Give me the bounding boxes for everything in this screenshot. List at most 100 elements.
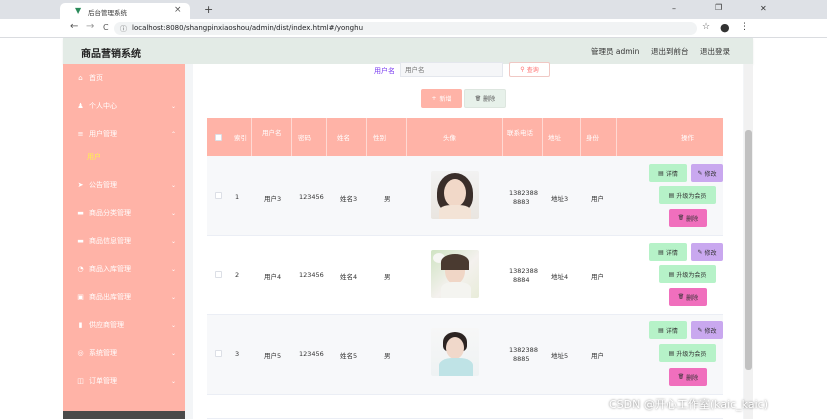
logout-link[interactable]: 退出登录 bbox=[700, 46, 730, 57]
card-icon: ▬ bbox=[77, 237, 84, 245]
sidebar-item-label: 商品分类管理 bbox=[89, 209, 131, 217]
delete-label: 删除 bbox=[686, 294, 699, 302]
sidebar: ⌂ 首页 ♟ 个人中心 ⌄ ≡ 用户管理 ⌃ 用户 ➤ 公告管理 ⌄ ▬ 商品分类管理 ⌄ ▬ 商品… bbox=[63, 64, 185, 419]
app-title: 商品营销系统 bbox=[81, 49, 141, 60]
upgrade-member-button[interactable]: ▤ 升级为会员 bbox=[659, 344, 716, 362]
cell-role: 用户 bbox=[591, 352, 604, 360]
sidebar-item-label: 商品入库管理 bbox=[89, 265, 131, 273]
row-delete-button[interactable]: 🗑 删除 bbox=[669, 368, 707, 386]
upgrade-member-button[interactable]: ▤ 升级为会员 bbox=[659, 265, 716, 283]
profile-icon[interactable]: ● bbox=[720, 21, 730, 34]
column-header-username[interactable]: 用户名 bbox=[252, 118, 292, 156]
bookmark-star-icon[interactable]: ☆ bbox=[702, 22, 710, 32]
sidebar-item-supplier[interactable]: ▮ 供应商管理 ⌄ bbox=[63, 311, 185, 339]
column-header-address[interactable]: 地址 bbox=[543, 118, 581, 156]
column-header-password[interactable]: 密码 bbox=[292, 118, 327, 156]
sidebar-item-product-info[interactable]: ▬ 商品信息管理 ⌄ bbox=[63, 227, 185, 255]
sidebar-item-system[interactable]: ◎ 系统管理 ⌄ bbox=[63, 339, 185, 367]
front-page-link[interactable]: 退出到前台 bbox=[651, 46, 689, 57]
trash-icon: 🗑 bbox=[474, 95, 482, 102]
reload-button[interactable]: C bbox=[103, 23, 109, 32]
forward-button[interactable]: → bbox=[86, 21, 94, 32]
new-tab-button[interactable]: + bbox=[204, 3, 213, 16]
cell-name: 姓名5 bbox=[340, 352, 358, 360]
maximize-button[interactable]: ❐ bbox=[715, 3, 722, 12]
menu-kebab-icon[interactable]: ⋮ bbox=[740, 22, 749, 32]
sidebar-item-stock-in[interactable]: ◔ 商品入库管理 ⌄ bbox=[63, 255, 185, 283]
column-label: 地址 bbox=[548, 134, 561, 142]
upgrade-member-button[interactable]: ▤ 升级为会员 bbox=[659, 186, 716, 204]
trash-icon: 🗑 bbox=[677, 294, 685, 300]
order-icon: ◫ bbox=[77, 377, 84, 385]
detail-button[interactable]: ▤ 详情 bbox=[649, 243, 687, 261]
url-field[interactable]: ⓘ localhost:8080/shangpinxiaoshou/admin/… bbox=[114, 22, 697, 35]
sidebar-item-label: 首页 bbox=[89, 74, 103, 82]
detail-icon: ▤ bbox=[658, 248, 664, 256]
chevron-down-icon: ⌄ bbox=[171, 181, 177, 189]
upgrade-label: 升级为会员 bbox=[676, 192, 707, 200]
detail-button[interactable]: ▤ 详情 bbox=[649, 321, 687, 339]
cell-phone-line2: 8885 bbox=[513, 355, 530, 363]
cell-phone-line2: 8883 bbox=[513, 198, 530, 206]
column-header-phone[interactable]: 联系电话 bbox=[503, 118, 543, 156]
send-icon: ➤ bbox=[77, 181, 84, 189]
upgrade-icon: ▤ bbox=[668, 270, 675, 278]
cell-password: 123456 bbox=[299, 271, 324, 279]
chevron-up-icon: ⌃ bbox=[171, 130, 177, 138]
search-input[interactable] bbox=[400, 62, 503, 77]
browser-tab[interactable]: ▼ 后台管理系统 × bbox=[60, 3, 190, 19]
cell-username: 用户3 bbox=[264, 195, 282, 203]
edit-button[interactable]: ✎ 修改 bbox=[691, 321, 723, 339]
sidebar-item-label: 用户 bbox=[87, 153, 101, 161]
column-header-avatar[interactable]: 头像 bbox=[407, 118, 503, 156]
edit-button[interactable]: ✎ 修改 bbox=[691, 243, 723, 261]
sidebar-item-orders[interactable]: ◫ 订单管理 ⌄ bbox=[63, 367, 185, 395]
sidebar-item-stock-out[interactable]: ▣ 商品出库管理 ⌄ bbox=[63, 283, 185, 311]
batch-delete-button[interactable]: 🗑 删除 bbox=[464, 89, 506, 108]
row-checkbox[interactable] bbox=[215, 350, 222, 357]
add-button[interactable]: + 新增 bbox=[421, 89, 462, 108]
column-header-role[interactable]: 身份 bbox=[581, 118, 617, 156]
row-delete-button[interactable]: 🗑 删除 bbox=[669, 209, 707, 227]
edit-button[interactable]: ✎ 修改 bbox=[691, 164, 723, 182]
detail-button[interactable]: ▤ 详情 bbox=[649, 164, 687, 182]
settings-icon: ◎ bbox=[77, 349, 84, 357]
edit-icon: ✎ bbox=[697, 326, 703, 334]
tab-close-icon[interactable]: × bbox=[174, 5, 182, 15]
detail-label: 详情 bbox=[665, 327, 678, 335]
select-all-checkbox[interactable] bbox=[215, 134, 222, 141]
sidebar-item-profile[interactable]: ♟ 个人中心 ⌄ bbox=[63, 92, 185, 120]
search-button[interactable]: ⚲ 查询 bbox=[509, 62, 550, 77]
row-checkbox[interactable] bbox=[215, 271, 222, 278]
column-header-gender[interactable]: 性别 bbox=[367, 118, 407, 156]
user-icon: ♟ bbox=[77, 102, 84, 110]
clock-icon: ◔ bbox=[77, 265, 84, 273]
add-button-label: 新增 bbox=[439, 96, 452, 103]
sidebar-item-notice[interactable]: ➤ 公告管理 ⌄ bbox=[63, 171, 185, 199]
edit-label: 修改 bbox=[704, 249, 717, 257]
sidebar-item-label: 供应商管理 bbox=[89, 321, 124, 329]
upgrade-icon: ▤ bbox=[668, 191, 675, 199]
column-header-index[interactable]: 索引 bbox=[230, 118, 252, 156]
sidebar-item-label: 用户管理 bbox=[89, 130, 117, 138]
scrollbar-thumb[interactable] bbox=[745, 130, 752, 370]
upgrade-label: 升级为会员 bbox=[676, 271, 707, 279]
column-label: 用户名 bbox=[262, 129, 282, 137]
sidebar-subitem-user[interactable]: 用户 bbox=[63, 144, 185, 170]
cell-address: 地址4 bbox=[551, 273, 569, 281]
vertical-scrollbar[interactable] bbox=[744, 64, 753, 419]
row-checkbox[interactable] bbox=[215, 192, 222, 199]
detail-icon: ▤ bbox=[658, 326, 664, 334]
sidebar-item-home[interactable]: ⌂ 首页 bbox=[63, 64, 185, 92]
back-button[interactable]: ← bbox=[70, 21, 78, 32]
cell-index: 3 bbox=[235, 350, 240, 358]
search-icon: ⚲ bbox=[520, 66, 525, 73]
cell-phone-line1: 1382388 bbox=[509, 346, 538, 354]
row-delete-button[interactable]: 🗑 删除 bbox=[669, 288, 707, 306]
avatar-image bbox=[431, 171, 479, 219]
sidebar-item-category[interactable]: ▬ 商品分类管理 ⌄ bbox=[63, 199, 185, 227]
minimize-button[interactable]: – bbox=[672, 4, 676, 13]
edit-label: 修改 bbox=[704, 327, 717, 335]
column-header-name[interactable]: 姓名 bbox=[327, 118, 367, 156]
window-close-button[interactable]: ✕ bbox=[760, 4, 767, 13]
